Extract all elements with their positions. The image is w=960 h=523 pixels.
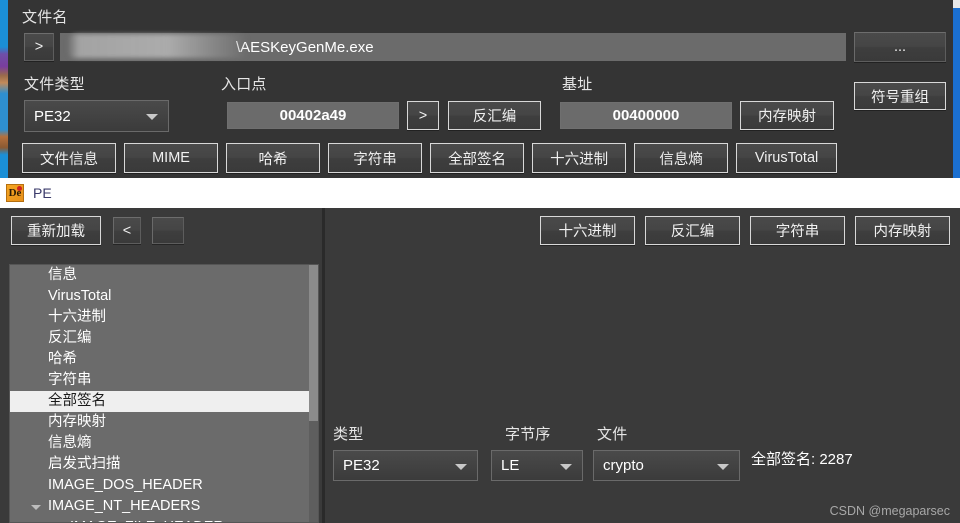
sidebar-item-4[interactable]: 哈希 <box>10 349 318 370</box>
forward-button[interactable] <box>152 217 184 244</box>
sidebar-item-0[interactable]: 信息 <box>10 265 318 286</box>
sidebar-scrollbar-track[interactable] <box>309 265 318 522</box>
pe-toolbar-button-4[interactable]: 内存映射 <box>855 216 950 245</box>
entrypoint-go-button[interactable]: > <box>407 101 439 130</box>
redacted-path-overlay <box>68 34 248 58</box>
action-button-8[interactable]: VirusTotal <box>736 143 837 173</box>
sidebar-item-5[interactable]: 字符串 <box>10 370 318 391</box>
byteorder-filter-combo[interactable]: LE <box>491 450 583 481</box>
sidebar-item-label: 反汇编 <box>48 330 92 346</box>
sidebar-item-label: IMAGE_FILE_HEADER <box>70 519 224 522</box>
byteorder-filter-label: 字节序 <box>505 426 551 443</box>
type-filter-label: 类型 <box>333 426 364 443</box>
sidebar-item-label: 十六进制 <box>48 309 106 325</box>
sidebar-item-10[interactable]: IMAGE_DOS_HEADER <box>10 475 318 496</box>
pe-toolbar-button-3[interactable]: 字符串 <box>750 216 845 245</box>
chevron-down-icon <box>146 114 158 120</box>
baseaddress-label: 基址 <box>562 76 593 93</box>
background-window-left-edge <box>0 0 8 180</box>
chevron-down-icon <box>455 463 467 470</box>
die-main-panel: 文件名 > \AESKeyGenMe.exe ... 文件类型 PE32 入口点… <box>8 0 953 178</box>
pe-toolbar: 重新加载 < 十六进制 反汇编 字符串 内存映射 <box>0 208 960 256</box>
filename-browse-arrow-button[interactable]: > <box>24 33 54 61</box>
back-button[interactable]: < <box>113 217 141 244</box>
sidebar-item-9[interactable]: 启发式扫描 <box>10 454 318 475</box>
pane-divider[interactable] <box>322 208 325 523</box>
sidebar-item-label: 全部签名 <box>48 393 106 409</box>
die-icon-dot <box>17 186 22 191</box>
pe-window: 重新加载 < 十六进制 反汇编 字符串 内存映射 信息 VirusTotal 十六进制 反汇… <box>0 208 960 523</box>
sidebar-item-7[interactable]: 内存映射 <box>10 412 318 433</box>
sidebar-item-label: 内存映射 <box>48 414 106 430</box>
action-button-7[interactable]: 信息熵 <box>634 143 729 173</box>
background-window-right-edge <box>953 0 960 180</box>
sidebar-item-label: VirusTotal <box>48 288 112 304</box>
action-button-5[interactable]: 全部签名 <box>430 143 525 173</box>
filetype-label: 文件类型 <box>24 76 85 93</box>
baseaddress-field[interactable]: 00400000 <box>560 102 732 129</box>
sidebar-item-label: 哈希 <box>48 351 77 367</box>
filetype-value: PE32 <box>34 107 71 125</box>
pe-toolbar-button-1[interactable]: 十六进制 <box>540 216 635 245</box>
sidebar-item-8[interactable]: 信息熵 <box>10 433 318 454</box>
pe-window-title: PE <box>33 185 52 201</box>
action-button-row: 文件信息 MIME 哈希 字符串 全部签名 十六进制 信息熵 VirusTotal <box>22 143 837 173</box>
die-app-icon: De <box>6 184 24 202</box>
tree-list: 信息 VirusTotal 十六进制反汇编哈希字符串全部签名内存映射信息熵启发式扫描… <box>10 265 318 522</box>
file-filter-value: crypto <box>603 457 644 474</box>
sidebar-item-12[interactable]: IMAGE_FILE_HEADER <box>10 517 318 522</box>
chevron-down-icon <box>717 463 729 470</box>
sidebar-item-label: 字符串 <box>48 372 92 388</box>
sidebar-item-label: 信息 <box>48 267 77 283</box>
pe-toolbar-right-buttons: 十六进制 反汇编 字符串 内存映射 <box>540 216 950 245</box>
action-button-6[interactable]: 十六进制 <box>532 143 627 173</box>
entrypoint-label: 入口点 <box>221 76 267 93</box>
type-filter-value: PE32 <box>343 457 380 474</box>
filetype-combo[interactable]: PE32 <box>24 100 169 132</box>
sidebar-item-label: 信息熵 <box>48 435 92 451</box>
filename-label: 文件名 <box>22 9 68 26</box>
chevron-down-icon[interactable] <box>31 504 41 510</box>
chevron-down-icon <box>560 463 572 470</box>
type-filter-combo[interactable]: PE32 <box>333 450 478 481</box>
background-window-right-cap <box>953 0 960 8</box>
pe-structure-tree[interactable]: 信息 VirusTotal 十六进制反汇编哈希字符串全部签名内存映射信息熵启发式扫描… <box>9 264 319 523</box>
sidebar-item-1[interactable]: VirusTotal <box>10 286 318 307</box>
sidebar-item-label: 启发式扫描 <box>48 456 121 472</box>
file-filter-combo[interactable]: crypto <box>593 450 740 481</box>
browse-file-button[interactable]: ... <box>854 32 946 62</box>
entrypoint-field[interactable]: 00402a49 <box>227 102 399 129</box>
memory-map-button[interactable]: 内存映射 <box>740 101 834 130</box>
signature-count-label: 全部签名: 2287 <box>751 451 853 468</box>
sidebar-item-label: IMAGE_DOS_HEADER <box>48 477 203 493</box>
sidebar-item-6[interactable]: 全部签名 <box>10 391 318 412</box>
sidebar-scrollbar-thumb[interactable] <box>309 265 318 421</box>
watermark-text: CSDN @megaparsec <box>829 504 950 518</box>
symbol-rebuild-button[interactable]: 符号重组 <box>854 82 946 110</box>
sidebar-item-11[interactable]: IMAGE_NT_HEADERS <box>10 496 318 517</box>
screenshot-root: 文件名 > \AESKeyGenMe.exe ... 文件类型 PE32 入口点… <box>0 0 960 523</box>
filename-value: \AESKeyGenMe.exe <box>236 38 374 56</box>
byteorder-filter-value: LE <box>501 457 520 474</box>
pe-toolbar-button-2[interactable]: 反汇编 <box>645 216 740 245</box>
action-button-4[interactable]: 字符串 <box>328 143 423 173</box>
sidebar-item-3[interactable]: 反汇编 <box>10 328 318 349</box>
action-button-1[interactable]: 文件信息 <box>22 143 117 173</box>
sidebar-item-label: IMAGE_NT_HEADERS <box>48 498 201 514</box>
disassemble-button[interactable]: 反汇编 <box>448 101 541 130</box>
action-button-2[interactable]: MIME <box>124 143 219 173</box>
reload-button[interactable]: 重新加载 <box>11 216 101 245</box>
action-button-3[interactable]: 哈希 <box>226 143 321 173</box>
pe-window-titlebar: De PE <box>0 178 960 208</box>
file-filter-label: 文件 <box>597 426 628 443</box>
sidebar-item-2[interactable]: 十六进制 <box>10 307 318 328</box>
